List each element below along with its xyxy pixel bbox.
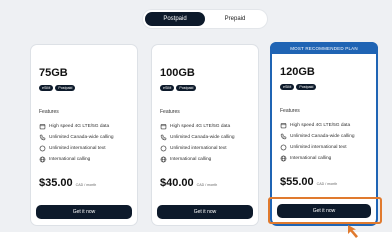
globe-icon (280, 155, 287, 162)
feature-text: Unlimited international text (49, 146, 106, 151)
price-amount: $35.00 (39, 177, 73, 189)
globe-icon (160, 156, 167, 163)
price-unit: CAD / month (316, 182, 338, 186)
esim-badge: eSIM (160, 85, 175, 91)
feature-item: International calling (280, 153, 355, 164)
price-amount: $55.00 (280, 176, 314, 188)
phone-icon (160, 134, 167, 141)
features-heading: Features (39, 109, 59, 115)
feature-item: International calling (39, 154, 114, 165)
features-heading: Features (280, 108, 300, 114)
plan-card-100gb: 100GB eSIM Postpaid Features High speed … (151, 44, 259, 226)
toggle-postpaid[interactable]: Postpaid (145, 12, 205, 26)
recommended-ribbon: MOST RECOMMENDED PLAN (270, 42, 378, 54)
ribbon-text: MOST RECOMMENDED PLAN (290, 45, 358, 51)
feature-item: High speed 4G LTE/5G data (39, 121, 114, 132)
postpaid-badge: Postpaid (296, 84, 317, 90)
feature-text: Unlimited Canada-wide calling (170, 135, 235, 140)
postpaid-badge: Postpaid (55, 85, 76, 91)
clock-icon (39, 145, 46, 152)
feature-text: International calling (49, 157, 91, 162)
esim-badge: eSIM (39, 85, 54, 91)
calendar-icon (280, 122, 287, 129)
clock-icon (280, 144, 287, 151)
feature-item: Unlimited international text (39, 143, 114, 154)
price-unit: CAD / month (75, 183, 97, 187)
feature-list: High speed 4G LTE/5G data Unlimited Cana… (160, 121, 235, 165)
calendar-icon (39, 123, 46, 130)
plan-badges: eSIM Postpaid (39, 85, 76, 91)
plan-title: 75GB (39, 67, 68, 79)
feature-text: International calling (290, 156, 332, 161)
esim-badge: eSIM (280, 84, 295, 90)
get-it-now-button[interactable]: Get it now (36, 205, 132, 219)
feature-text: Unlimited Canada-wide calling (290, 134, 355, 139)
feature-text: High speed 4G LTE/5G data (290, 123, 351, 128)
plan-title: 120GB (280, 66, 315, 78)
feature-item: Unlimited Canada-wide calling (39, 132, 114, 143)
price-unit: CAD / month (196, 183, 218, 187)
price-amount: $40.00 (160, 177, 194, 189)
feature-list: High speed 4G LTE/5G data Unlimited Cana… (280, 120, 355, 164)
feature-text: International calling (170, 157, 212, 162)
globe-icon (39, 156, 46, 163)
phone-icon (280, 133, 287, 140)
plan-card-75gb: 75GB eSIM Postpaid Features High speed 4… (30, 44, 138, 226)
toggle-prepaid[interactable]: Prepaid (205, 12, 265, 26)
feature-item: Unlimited Canada-wide calling (280, 131, 355, 142)
calendar-icon (160, 123, 167, 130)
feature-text: Unlimited international text (170, 146, 227, 151)
pointer-arrow-icon (348, 225, 358, 238)
feature-item: High speed 4G LTE/5G data (280, 120, 355, 131)
plan-badges: eSIM Postpaid (160, 85, 197, 91)
feature-text: High speed 4G LTE/5G data (49, 124, 110, 129)
plan-price: $55.00 CAD / month (280, 176, 337, 188)
feature-item: Unlimited international text (280, 142, 355, 153)
plan-price: $35.00 CAD / month (39, 177, 96, 189)
plan-price: $40.00 CAD / month (160, 177, 217, 189)
features-heading: Features (160, 109, 180, 115)
feature-text: Unlimited Canada-wide calling (49, 135, 114, 140)
feature-item: Unlimited Canada-wide calling (160, 132, 235, 143)
phone-icon (39, 134, 46, 141)
feature-item: High speed 4G LTE/5G data (160, 121, 235, 132)
feature-text: Unlimited international text (290, 145, 347, 150)
highlight-box (268, 197, 382, 224)
postpaid-badge: Postpaid (176, 85, 197, 91)
plan-badges: eSIM Postpaid (280, 84, 317, 90)
plan-title: 100GB (160, 67, 195, 79)
get-it-now-button[interactable]: Get it now (157, 205, 253, 219)
plan-type-toggle: Postpaid Prepaid (143, 10, 267, 28)
feature-item: Unlimited international text (160, 143, 235, 154)
feature-text: High speed 4G LTE/5G data (170, 124, 231, 129)
clock-icon (160, 145, 167, 152)
feature-list: High speed 4G LTE/5G data Unlimited Cana… (39, 121, 114, 165)
feature-item: International calling (160, 154, 235, 165)
